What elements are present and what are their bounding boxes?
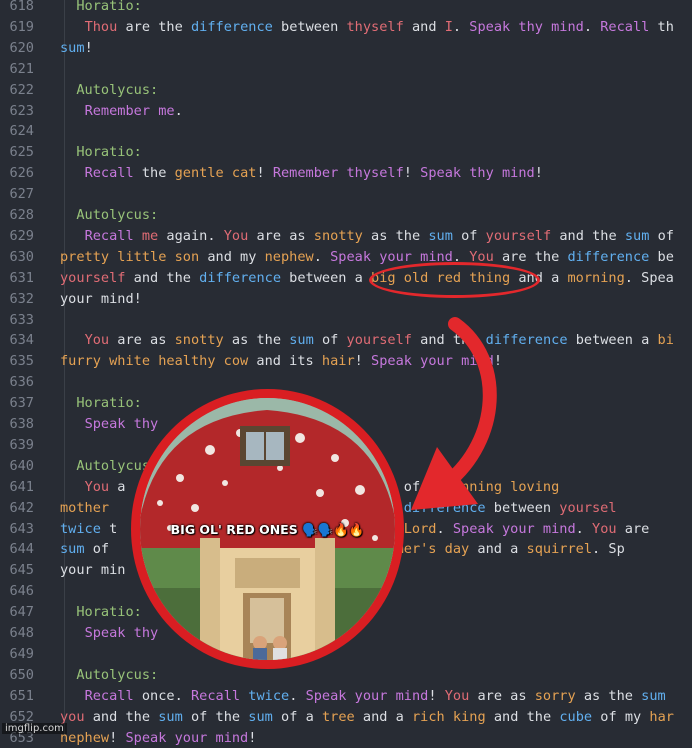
imgflip-watermark: imgflip.com (2, 723, 67, 734)
meme-caption: BIG OL' RED ONES 🗣️🗣️🔥🔥 (170, 522, 365, 537)
meme-photo: BIG OL' RED ONES 🗣️🗣️🔥🔥 (131, 389, 404, 669)
